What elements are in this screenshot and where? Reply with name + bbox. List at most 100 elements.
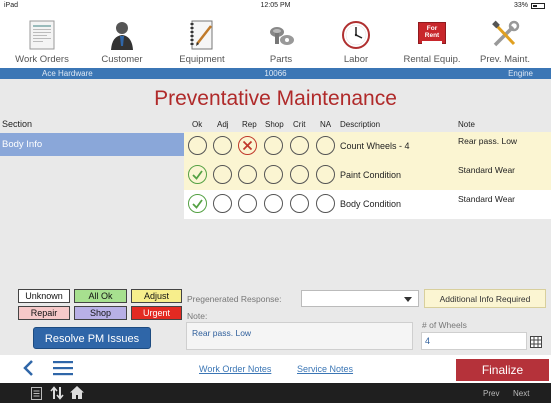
unknown-button[interactable]: Unknown [18, 289, 70, 303]
toolbar-label: Equipment [179, 54, 225, 65]
keypad-icon[interactable] [530, 335, 542, 353]
equipment-name: Engine [508, 69, 533, 78]
adjust-button[interactable]: Adjust [131, 289, 182, 303]
x-mark-icon [242, 140, 253, 151]
toolbar-label: Customer [101, 54, 143, 65]
ok-radio-selected[interactable] [188, 165, 207, 184]
row-description: Body Condition [340, 199, 402, 209]
crit-radio[interactable] [290, 136, 309, 155]
toolbar-prev-maint[interactable]: Prev. Maint. [465, 12, 545, 68]
work-orders-icon [29, 20, 55, 55]
col-header-rep: Rep [242, 120, 257, 129]
shop-radio[interactable] [264, 194, 283, 213]
note-label: Note: [187, 311, 208, 321]
work-order-notes-link[interactable]: Work Order Notes [199, 364, 271, 374]
col-header-ok: Ok [192, 120, 203, 129]
row-description: Count Wheels - 4 [340, 141, 410, 151]
row-description: Paint Condition [340, 170, 402, 180]
adj-radio[interactable] [213, 194, 232, 213]
dropdown-arrow-icon [404, 297, 412, 302]
col-header-description: Description [340, 120, 381, 129]
rent-sign-line2: Rent [424, 32, 440, 39]
toolbar-labor[interactable]: Labor [316, 12, 396, 68]
na-radio[interactable] [316, 194, 335, 213]
section-item-body-info[interactable]: Body Info [0, 133, 184, 156]
pregenerated-label: Pregenerated Response: [187, 294, 282, 304]
shop-radio[interactable] [264, 136, 283, 155]
battery-icon [531, 2, 545, 9]
pm-row: Count Wheels - 4 Rear pass. Low [184, 132, 551, 161]
work-order-number: 10066 [264, 69, 287, 78]
note-field[interactable]: Rear pass. Low [186, 322, 413, 350]
customer-icon [109, 20, 135, 55]
rent-sign-line1: For [426, 25, 438, 32]
toolbar-label: Rental Equip. [403, 54, 461, 65]
prev-link[interactable]: Prev [483, 389, 499, 398]
toolbar-label: Prev. Maint. [480, 54, 530, 65]
app-root: iPad 12:05 PM 33% Work Orders Customer E… [0, 0, 551, 403]
shop-button[interactable]: Shop [74, 306, 127, 320]
equipment-icon [188, 20, 216, 55]
resolve-pm-issues-button[interactable]: Resolve PM Issues [33, 327, 151, 349]
toolbar-label: Labor [343, 54, 369, 65]
na-radio[interactable] [316, 136, 335, 155]
sort-arrows-icon[interactable] [50, 386, 64, 402]
wheels-label: # of Wheels [422, 320, 467, 330]
adj-radio[interactable] [213, 136, 232, 155]
section-item-label: Body Info [2, 139, 43, 150]
menu-icon[interactable] [53, 360, 73, 381]
row-note: Standard Wear [458, 194, 516, 204]
main-toolbar: Work Orders Customer Equipment Parts Lab… [0, 12, 551, 68]
tools-icon [490, 20, 520, 55]
finalize-button[interactable]: Finalize [456, 359, 549, 381]
clock-icon [341, 20, 371, 55]
pm-row: Body Condition Standard Wear [184, 190, 551, 219]
col-header-shop: Shop [265, 120, 284, 129]
next-link[interactable]: Next [513, 389, 529, 398]
repair-button[interactable]: Repair [18, 306, 70, 320]
rep-radio[interactable] [238, 165, 257, 184]
toolbar-label: Work Orders [15, 54, 69, 65]
all-ok-button[interactable]: All Ok [74, 289, 127, 303]
ios-status-bar: iPad 12:05 PM 33% [0, 0, 551, 12]
ok-radio-selected[interactable] [188, 194, 207, 213]
col-header-crit: Crit [293, 120, 306, 129]
parts-icon [266, 20, 296, 55]
crit-radio[interactable] [290, 194, 309, 213]
toolbar-equipment[interactable]: Equipment [162, 12, 242, 68]
adj-radio[interactable] [213, 165, 232, 184]
document-icon[interactable] [31, 387, 42, 402]
check-mark-icon [192, 199, 203, 209]
check-mark-icon [192, 170, 203, 180]
service-notes-link[interactable]: Service Notes [297, 364, 353, 374]
toolbar-parts[interactable]: Parts [241, 12, 321, 68]
crit-radio[interactable] [290, 165, 309, 184]
col-header-na: NA [320, 120, 332, 129]
toolbar-label: Parts [269, 54, 293, 65]
urgent-button[interactable]: Urgent [131, 306, 182, 320]
additional-info-required-button[interactable]: Additional Info Required [424, 289, 546, 308]
na-radio[interactable] [316, 165, 335, 184]
shop-radio[interactable] [264, 165, 283, 184]
back-chevron-icon[interactable] [22, 359, 34, 382]
work-order-info-bar: Ace Hardware 10066 Engine [0, 68, 551, 79]
rep-radio-selected[interactable] [238, 136, 257, 155]
row-note: Standard Wear [458, 165, 516, 175]
home-icon[interactable] [69, 385, 85, 402]
pm-row: Paint Condition Standard Wear [184, 161, 551, 190]
page-title: Preventative Maintenance [154, 87, 397, 110]
toolbar-customer[interactable]: Customer [82, 12, 162, 68]
section-header: Section [2, 119, 33, 129]
row-note: Rear pass. Low [458, 136, 518, 146]
footer-bar: Prev Next [0, 383, 551, 403]
ok-radio[interactable] [188, 136, 207, 155]
toolbar-rental-equip[interactable]: For Rent Rental Equip. [392, 12, 472, 68]
battery-indicator: 33% [514, 2, 545, 9]
battery-percent: 33% [513, 2, 528, 9]
wheels-field[interactable]: 4 [421, 332, 527, 350]
rep-radio[interactable] [238, 194, 257, 213]
toolbar-work-orders[interactable]: Work Orders [2, 12, 82, 68]
col-header-adj: Adj [217, 120, 229, 129]
pregenerated-response-select[interactable] [301, 290, 419, 307]
for-rent-icon: For Rent [418, 22, 446, 44]
